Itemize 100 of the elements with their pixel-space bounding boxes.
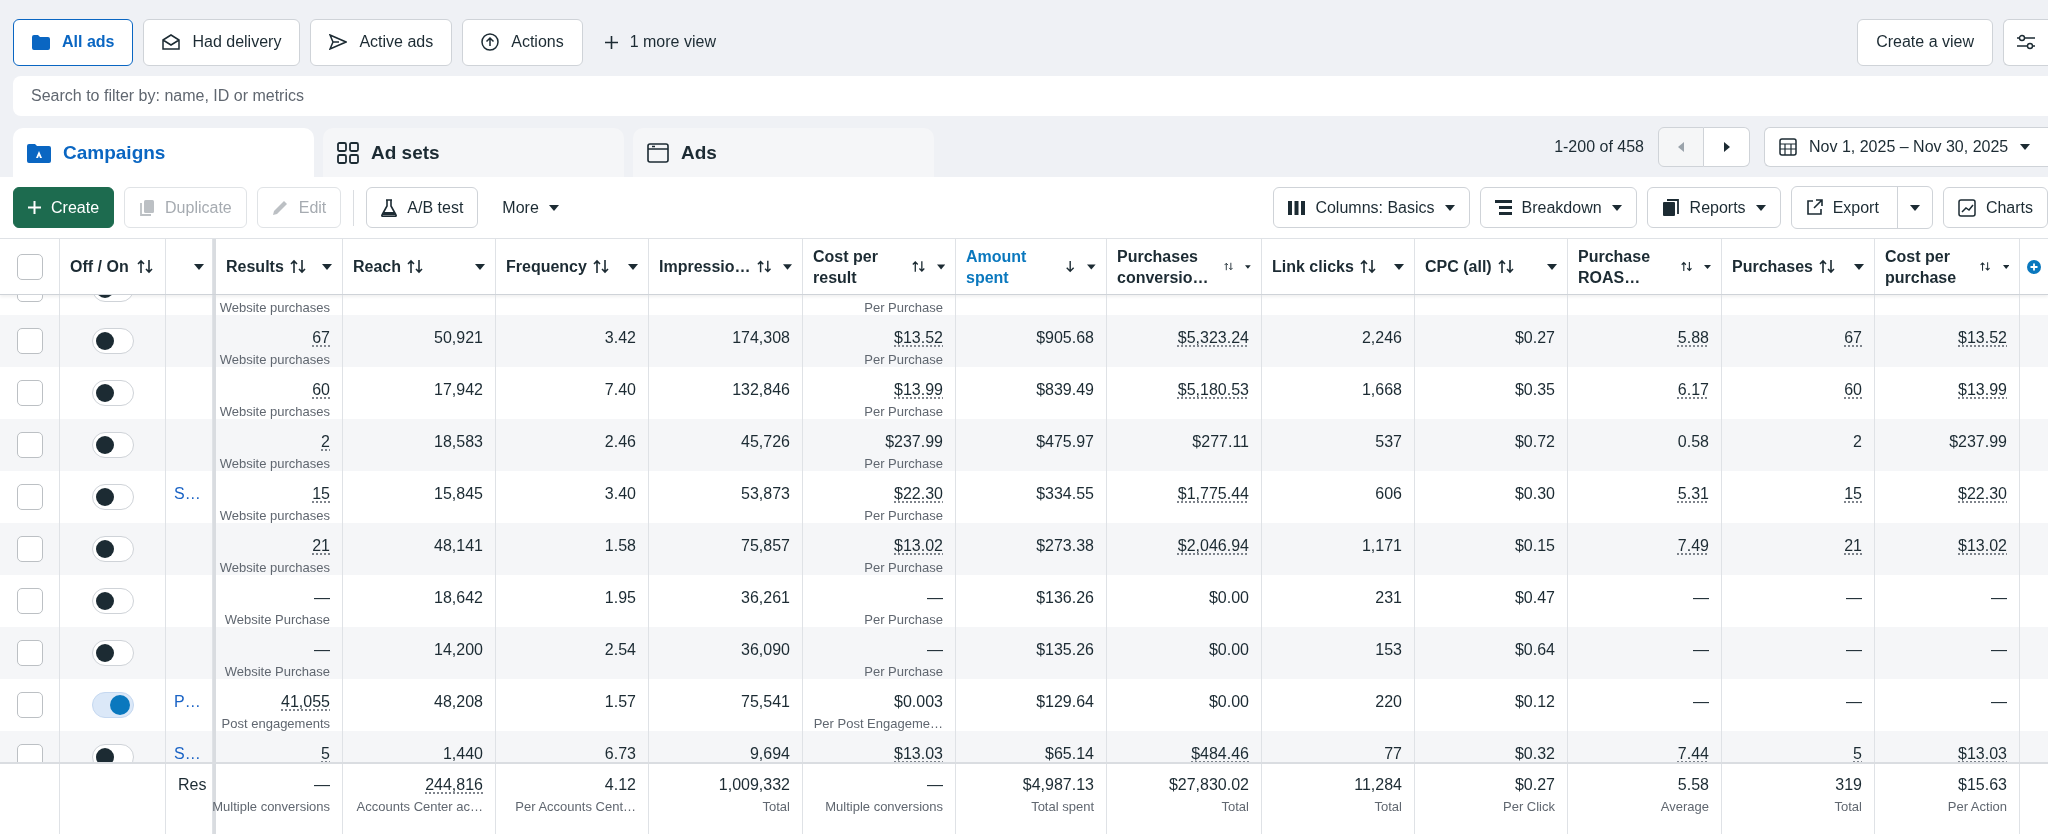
toggle-switch[interactable] — [91, 432, 134, 458]
sort-down-icon[interactable] — [1065, 259, 1076, 274]
caret-icon[interactable] — [1755, 204, 1766, 211]
caret-icon[interactable] — [1087, 263, 1096, 270]
caret-icon[interactable] — [1547, 263, 1557, 270]
sort-icon[interactable] — [1980, 259, 1991, 274]
toggle-switch[interactable] — [91, 484, 134, 510]
row-checkbox[interactable] — [16, 536, 43, 562]
toggle-switch[interactable] — [91, 640, 134, 666]
campaign-name-link[interactable]: S… — [174, 485, 201, 503]
export-split-button[interactable]: Export — [1790, 186, 1933, 229]
cell-value: $0.30 — [1514, 485, 1555, 503]
row-checkbox[interactable] — [16, 744, 43, 762]
more-views-button[interactable]: 1 more view — [592, 33, 728, 51]
row-checkbox[interactable] — [16, 640, 43, 666]
export-label[interactable]: Export — [1832, 198, 1879, 217]
cell-value: 77 — [1384, 745, 1402, 762]
toolbar-button[interactable]: Breakdown — [1479, 187, 1637, 228]
column-header[interactable]: Amount spent — [966, 245, 1059, 288]
toolbar-button[interactable]: Reports — [1646, 187, 1781, 228]
sort-icon[interactable] — [1680, 259, 1692, 274]
caret-icon[interactable] — [322, 263, 332, 270]
column-header[interactable]: Purchase ROAS… — [1578, 245, 1675, 288]
toggle-switch[interactable] — [91, 536, 134, 562]
sort-icon[interactable] — [407, 259, 424, 274]
view-button[interactable]: Active ads — [310, 18, 453, 66]
column-header[interactable]: Impressio… — [659, 256, 751, 277]
total-note: Per Action — [1947, 798, 2007, 815]
sort-icon[interactable] — [1818, 259, 1835, 274]
settings-button[interactable] — [2003, 18, 2048, 66]
cell-value: 36,090 — [741, 641, 790, 659]
search-field[interactable]: Search to filter by: name, ID or metrics — [13, 76, 2048, 116]
sort-icon[interactable] — [1497, 259, 1514, 274]
caret-icon[interactable] — [1611, 204, 1622, 211]
line-chart-icon — [1957, 198, 1976, 217]
column-header[interactable]: Frequency — [506, 256, 587, 277]
cell-value: — — [1846, 589, 1862, 607]
caret-icon[interactable] — [783, 263, 792, 270]
toggle-switch[interactable] — [91, 380, 134, 406]
column-header[interactable]: Purchases — [1732, 256, 1813, 277]
sort-icon[interactable] — [756, 259, 771, 274]
row-checkbox[interactable] — [16, 380, 43, 406]
toolbar-button[interactable]: Charts — [1942, 187, 2048, 228]
sort-icon[interactable] — [289, 259, 306, 274]
cell-note: Website purchases — [219, 559, 330, 576]
column-header[interactable]: Reach — [353, 256, 402, 277]
date-range-button[interactable]: Nov 1, 2025 – Nov 30, 2025 — [1764, 126, 2048, 167]
caret-icon[interactable] — [2002, 263, 2009, 270]
sort-icon[interactable] — [136, 259, 153, 274]
toolbar-button[interactable]: Columns: Basics — [1273, 187, 1470, 228]
toolbar-button[interactable]: A/B test — [366, 187, 479, 228]
row-checkbox[interactable] — [16, 328, 43, 354]
sort-icon[interactable] — [1359, 259, 1376, 274]
cell-value: — — [1991, 693, 2007, 711]
caret-icon[interactable] — [1704, 263, 1711, 270]
row-checkbox[interactable] — [16, 484, 43, 510]
caret-icon[interactable] — [936, 263, 945, 270]
caret-icon[interactable] — [1909, 204, 1920, 211]
add-column-icon[interactable] — [2027, 259, 2041, 274]
cell-note: Website Purchase — [224, 663, 330, 680]
row-checkbox[interactable] — [16, 432, 43, 458]
cell-note: Per Purchase — [864, 455, 943, 472]
select-all-checkbox[interactable] — [16, 253, 43, 280]
column-header[interactable]: Link clicks — [1272, 256, 1354, 277]
view-button[interactable]: Actions — [462, 18, 583, 66]
column-header[interactable]: Cost per purchase — [1885, 245, 1975, 288]
toggle-switch[interactable] — [91, 588, 134, 614]
toggle-switch[interactable] — [91, 328, 134, 354]
caret-icon[interactable] — [1245, 263, 1251, 270]
row-checkbox[interactable] — [16, 692, 43, 718]
toggle-switch[interactable] — [91, 744, 134, 762]
cell-value: $5,180.53 — [1177, 381, 1249, 399]
toggle-switch[interactable] — [91, 692, 134, 718]
tab[interactable]: Ads — [633, 128, 934, 177]
column-header[interactable]: CPC (all) — [1425, 256, 1492, 277]
caret-icon[interactable] — [1444, 204, 1455, 211]
caret-icon[interactable] — [194, 263, 204, 270]
total-note: Average — [1660, 798, 1709, 815]
view-button[interactable]: Had delivery — [143, 18, 301, 66]
caret-icon[interactable] — [628, 263, 638, 270]
total-value: $15.63 — [1958, 776, 2007, 794]
caret-icon[interactable] — [1854, 263, 1864, 270]
caret-icon[interactable] — [2020, 143, 2031, 150]
tab[interactable]: Campaigns — [13, 128, 314, 177]
caret-icon[interactable] — [1394, 263, 1404, 270]
column-header[interactable]: Results — [226, 256, 284, 277]
campaign-name-link[interactable]: P… — [174, 693, 201, 711]
column-header[interactable]: Off / On — [70, 256, 129, 277]
create-view-button[interactable]: Create a view — [1857, 18, 1993, 66]
campaign-name-link[interactable]: S… — [174, 745, 201, 762]
caret-icon[interactable] — [475, 263, 485, 270]
tab[interactable]: Ad sets — [323, 128, 624, 177]
column-header[interactable]: Cost per result — [813, 245, 906, 288]
view-button[interactable]: All ads — [13, 18, 134, 66]
sort-icon[interactable] — [592, 259, 609, 274]
toolbar-button[interactable]: Create — [13, 187, 115, 228]
column-header[interactable]: Purchases conversio… — [1117, 245, 1219, 288]
sort-icon[interactable] — [911, 259, 925, 274]
row-checkbox[interactable] — [16, 588, 43, 614]
caret-icon[interactable] — [548, 204, 559, 211]
